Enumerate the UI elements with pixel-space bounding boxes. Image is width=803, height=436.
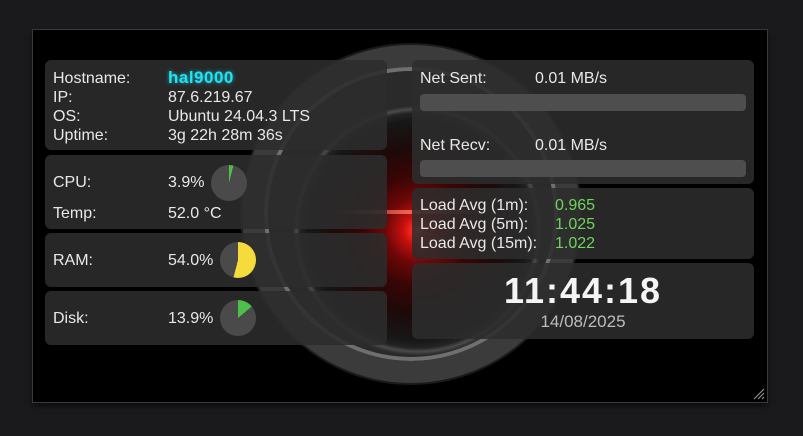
load-1m-label: Load Avg (1m): [420,197,529,214]
net-recv-label: Net Recv: [420,137,491,154]
monitor-window: Hostname: hal9000 IP: 87.6.219.67 OS: Ub… [33,30,767,402]
resize-grip-icon[interactable] [753,388,765,400]
load-15m-value: 1.022 [555,235,596,252]
ram-label: RAM: [53,252,93,269]
load-5m-value: 1.025 [555,216,596,233]
uptime-label: Uptime: [53,127,109,144]
temp-value: 52.0 °C [168,205,222,222]
net-sent-value: 0.01 MB/s [535,70,608,87]
clock-panel: 11:44:18 14/08/2025 [412,263,754,339]
clock-date: 14/08/2025 [540,312,626,331]
network-panel: Net Sent: 0.01 MB/s Net Recv: 0.01 MB/s [412,60,754,184]
load-5m-label: Load Avg (5m): [420,216,529,233]
load-15m-label: Load Avg (15m): [420,235,538,252]
hostname-label: Hostname: [53,70,131,87]
disk-panel: Disk: 13.9% [45,291,387,345]
net-recv-value: 0.01 MB/s [535,137,608,154]
cpu-label: CPU: [53,174,92,191]
cpu-panel: CPU: 3.9% Temp: 52.0 °C [45,155,387,229]
ip-label: IP: [53,89,73,106]
ip-value: 87.6.219.67 [168,89,253,106]
ram-pie-chart [220,242,256,278]
hostname-value: hal9000 [168,68,234,87]
os-value: Ubuntu 24.04.3 LTS [168,108,311,125]
disk-pie-chart [220,300,256,336]
temp-label: Temp: [53,205,97,222]
disk-value: 13.9% [168,310,214,327]
load-1m-value: 0.965 [555,197,596,214]
uptime-value: 3g 22h 28m 36s [168,127,283,144]
load-average-panel: Load Avg (1m): 0.965 Load Avg (5m): 1.02… [412,188,754,259]
net-sent-bar [420,94,746,111]
ram-panel: RAM: 54.0% [45,233,387,287]
cpu-value: 3.9% [168,174,205,191]
system-info-panel: Hostname: hal9000 IP: 87.6.219.67 OS: Ub… [45,60,387,150]
clock-time: 11:44:18 [503,270,663,311]
cpu-pie-chart [211,165,247,201]
os-label: OS: [53,108,81,125]
disk-label: Disk: [53,310,89,327]
net-sent-label: Net Sent: [420,70,487,87]
ram-value: 54.0% [168,252,214,269]
net-recv-bar [420,160,746,177]
